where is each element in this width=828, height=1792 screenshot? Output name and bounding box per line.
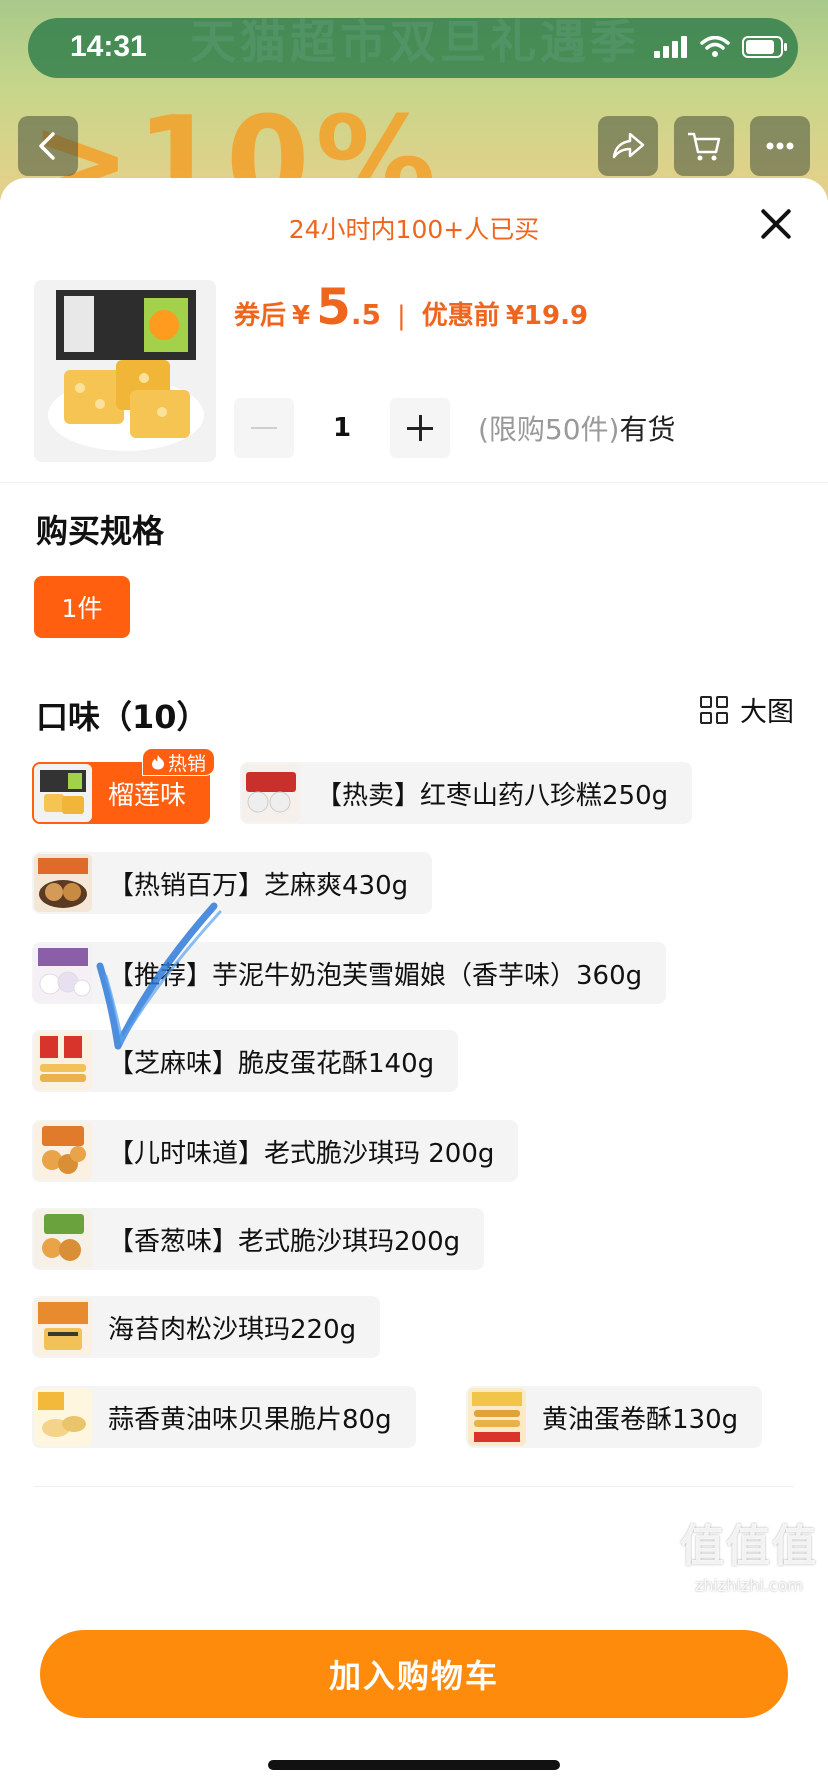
flavor-option-label: 榴莲味 (108, 780, 187, 811)
flavor-option-label: 【香葱味】老式脆沙琪玛200g (108, 1226, 461, 1257)
more-icon (766, 142, 794, 150)
decrease-quantity-button[interactable] (234, 398, 294, 458)
flavor-option-label: 【热卖】红枣山药八珍糕250g (316, 780, 669, 811)
grid-icon (700, 695, 728, 724)
flavor-option-bagel-chips[interactable]: 蒜香黄油味贝果脆片80g (32, 1386, 416, 1448)
chevron-left-icon (39, 132, 55, 160)
flavor-option-image (34, 944, 92, 1002)
cart-nav-button[interactable] (674, 116, 734, 176)
flavor-option-label: 蒜香黄油味贝果脆片80g (108, 1404, 392, 1435)
divider (34, 1486, 794, 1487)
wifi-icon (700, 36, 730, 57)
flavor-option-label: 海苔肉松沙琪玛220g (108, 1314, 357, 1345)
site-watermark: 值值值 zhizhizhi.com (680, 1510, 818, 1595)
purchase-limit: (限购50件) (478, 413, 620, 446)
flavor-option-image (34, 1210, 92, 1268)
currency-symbol: ¥ (292, 301, 311, 331)
watermark-url: zhizhizhi.com (694, 1576, 804, 1595)
home-indicator (268, 1760, 560, 1770)
hot-sale-badge: 热销 (142, 748, 216, 776)
stock-status: 有货 (619, 413, 676, 446)
back-button[interactable] (18, 116, 78, 176)
after-coupon-price-dec: .5 (350, 298, 382, 331)
flavor-option-image (34, 1122, 92, 1180)
flavor-option-image (34, 1388, 92, 1446)
before-discount-price: ¥19.9 (505, 301, 589, 331)
flavor-option-label: 【推荐】芋泥牛奶泡芙雪媚娘（香芋味）360g (108, 960, 643, 991)
divider (0, 482, 828, 483)
flavor-option-image (34, 854, 92, 912)
sold-count-note: 24小时内100+人已买 (288, 215, 540, 244)
battery-icon (742, 36, 787, 58)
big-view-toggle[interactable]: 大图 (700, 690, 794, 729)
fire-icon (152, 755, 164, 770)
flavor-option-image (34, 1032, 92, 1090)
cart-icon (688, 132, 721, 161)
flavor-option-egg-roll-crisp[interactable]: 【芝麻味】脆皮蛋花酥140g (32, 1030, 459, 1092)
increase-quantity-button[interactable] (390, 398, 450, 458)
status-bar: 14:31 (0, 0, 828, 100)
flavor-option-image (242, 764, 300, 822)
quantity-stepper: 1 (限购50件) 有货 (234, 398, 676, 458)
big-view-label: 大图 (740, 697, 794, 728)
more-button[interactable] (750, 116, 810, 176)
flavor-option-sachima-classic[interactable]: 【儿时味道】老式脆沙琪玛 200g (32, 1120, 519, 1182)
price-row: 券后 ¥ 5 .5 | 优惠前 ¥19.9 (234, 282, 588, 332)
hot-sale-badge-label: 热销 (168, 752, 207, 775)
share-icon (612, 132, 645, 159)
spec-section-title: 购买规格 (36, 512, 165, 550)
quantity-value[interactable]: 1 (294, 413, 390, 443)
flavor-option-label: 【儿时味道】老式脆沙琪玛 200g (108, 1138, 495, 1169)
price-separator: | (397, 301, 406, 331)
product-image (34, 280, 216, 462)
flavor-option-durian[interactable]: 榴莲味 热销 (32, 748, 216, 824)
product-thumbnail[interactable] (34, 280, 216, 462)
flavor-option-jujube-cake[interactable]: 【热卖】红枣山药八珍糕250g (240, 762, 693, 824)
flavor-option-image (468, 1388, 526, 1446)
watermark-logo: 值值值 (680, 1521, 818, 1572)
flavor-section-title: 口味（10） (36, 698, 209, 736)
before-discount-label: 优惠前 (421, 301, 500, 331)
status-icons (654, 36, 788, 58)
flavor-option-seaweed-sachima[interactable]: 海苔肉松沙琪玛220g (32, 1296, 381, 1358)
close-icon[interactable] (754, 202, 798, 246)
flavor-option-image (34, 764, 92, 822)
spec-option-1[interactable]: 1件 (34, 576, 130, 638)
signal-icon (654, 36, 687, 58)
flavor-option-sachima-scallion[interactable]: 【香葱味】老式脆沙琪玛200g (32, 1208, 485, 1270)
share-button[interactable] (598, 116, 658, 176)
flavor-option-label: 黄油蛋卷酥130g (542, 1404, 739, 1435)
flavor-option-image (34, 1298, 92, 1356)
flavor-option-label: 【芝麻味】脆皮蛋花酥140g (108, 1048, 435, 1079)
after-coupon-label: 券后 (234, 301, 287, 331)
flavor-option-butter-egg-roll[interactable]: 黄油蛋卷酥130g (466, 1386, 763, 1448)
flavor-option-taro-mochi[interactable]: 【推荐】芋泥牛奶泡芙雪媚娘（香芋味）360g (32, 942, 667, 1004)
add-to-cart-button[interactable]: 加入购物车 (40, 1630, 788, 1718)
flavor-option-label: 【热销百万】芝麻爽430g (108, 870, 409, 901)
flavor-option-sesame-crisp[interactable]: 【热销百万】芝麻爽430g (32, 852, 433, 914)
after-coupon-price-int: 5 (316, 278, 351, 336)
status-time: 14:31 (70, 30, 147, 63)
